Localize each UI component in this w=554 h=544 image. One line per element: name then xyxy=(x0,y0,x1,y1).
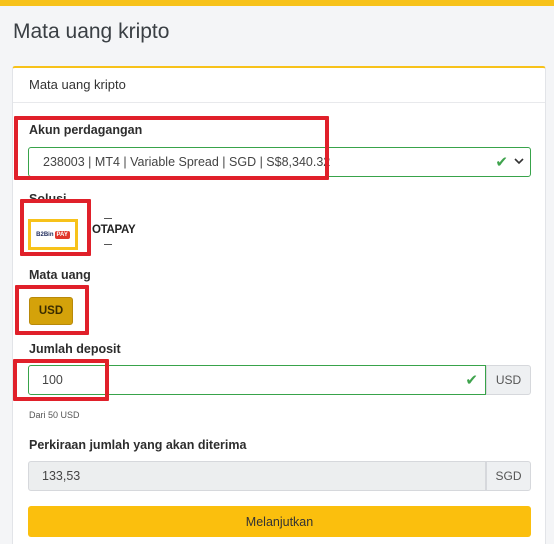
highlight-box-amount xyxy=(13,359,109,401)
highlight-box-account xyxy=(14,116,329,180)
estimate-field: 133,53 xyxy=(28,461,486,491)
deposit-card: Mata uang kripto Akun perdagangan 238003… xyxy=(12,66,546,544)
top-accent-bar xyxy=(0,0,554,6)
highlight-box-currency xyxy=(15,285,89,335)
estimate-unit-addon: SGD xyxy=(486,461,531,491)
highlight-box-solution xyxy=(20,199,91,256)
otapay-logo-mark xyxy=(104,218,112,219)
otapay-logo-mark xyxy=(104,244,112,245)
estimate-label: Perkiraan jumlah yang akan diterima xyxy=(29,438,247,452)
card-header: Mata uang kripto xyxy=(13,68,545,103)
continue-button[interactable]: Melanjutkan xyxy=(28,506,531,537)
deposit-amount-label: Jumlah deposit xyxy=(29,342,121,356)
deposit-unit-addon: USD xyxy=(486,365,531,395)
otapay-option[interactable]: OTAPAY xyxy=(92,224,136,236)
chevron-down-icon xyxy=(514,158,524,165)
check-icon: ✔ xyxy=(465,372,478,389)
estimate-value: 133,53 xyxy=(42,469,81,483)
check-icon: ✔ xyxy=(495,154,508,171)
page-title: Mata uang kripto xyxy=(13,20,170,43)
currency-label: Mata uang xyxy=(29,268,91,282)
deposit-min-hint: Dari 50 USD xyxy=(29,410,80,420)
